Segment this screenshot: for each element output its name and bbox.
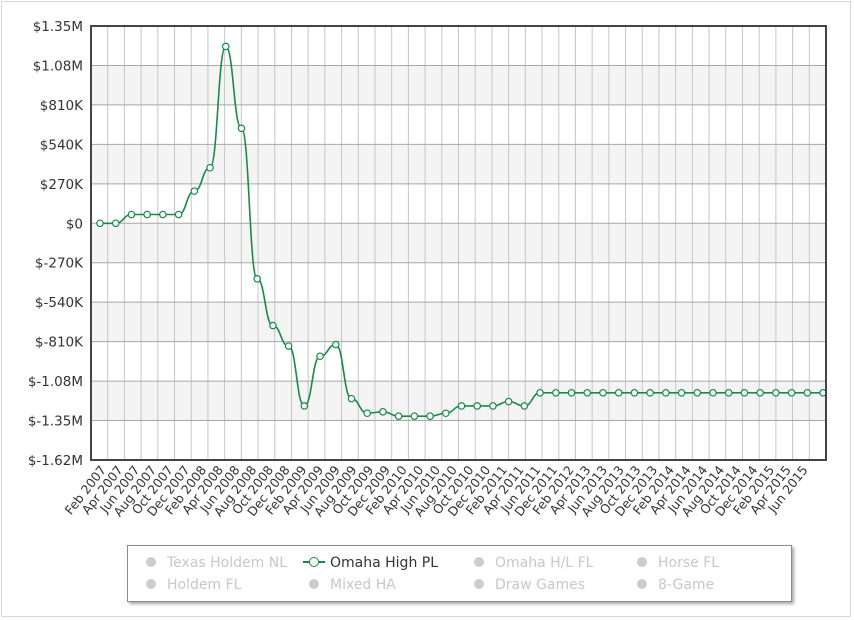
y-tick-label: $0 bbox=[66, 216, 83, 232]
legend-marker-icon bbox=[303, 577, 325, 591]
data-point bbox=[394, 412, 403, 420]
legend-item-texas-holdem-nl[interactable]: Texas Holdem NL bbox=[140, 553, 287, 573]
data-point bbox=[457, 402, 466, 410]
data-point bbox=[567, 388, 576, 397]
data-point bbox=[552, 388, 560, 397]
data-point bbox=[473, 402, 482, 410]
y-tick-label: $1.35M bbox=[33, 19, 83, 35]
data-point bbox=[693, 388, 702, 397]
data-point bbox=[756, 388, 764, 397]
data-point bbox=[724, 388, 733, 397]
data-point bbox=[253, 275, 261, 283]
data-point bbox=[159, 210, 167, 219]
data-point bbox=[772, 388, 780, 397]
data-point bbox=[331, 340, 340, 349]
data-point bbox=[190, 187, 199, 195]
legend-item-holdem-fl[interactable]: Holdem FL bbox=[140, 575, 241, 595]
data-point bbox=[677, 388, 686, 397]
data-point bbox=[646, 388, 654, 397]
y-tick-label: $-810K bbox=[35, 335, 84, 351]
y-tick-label: $1.08M bbox=[33, 58, 83, 74]
legend-item-8-game[interactable]: 8-Game bbox=[631, 575, 714, 595]
data-point bbox=[803, 388, 812, 397]
data-point bbox=[96, 219, 104, 228]
line-chart: $1.35M $1.08M $810K $540K $270K $0 $-270K $-540… bbox=[28, 19, 827, 519]
data-point bbox=[347, 394, 356, 403]
data-point bbox=[300, 402, 309, 410]
data-point bbox=[206, 163, 214, 172]
legend-label: Texas Holdem NL bbox=[167, 555, 287, 571]
data-point bbox=[237, 124, 246, 133]
legend-marker-icon bbox=[468, 555, 490, 569]
y-tick-label: $-1.35M bbox=[28, 414, 83, 430]
data-point bbox=[740, 388, 749, 397]
data-point bbox=[316, 352, 324, 361]
y-tick-label: $810K bbox=[40, 98, 84, 114]
data-point bbox=[410, 412, 419, 420]
y-tick-label: $-1.08M bbox=[28, 374, 83, 390]
data-point bbox=[174, 210, 183, 219]
data-point bbox=[379, 407, 387, 416]
data-point bbox=[709, 388, 717, 397]
legend-label: Omaha H/L FL bbox=[495, 555, 594, 571]
y-tick-label: $-1.62M bbox=[28, 453, 83, 469]
legend-marker-icon bbox=[140, 577, 162, 591]
chart-container: $1.35M $1.08M $810K $540K $270K $0 $-270K $-540… bbox=[1, 1, 851, 617]
y-tick-label: $540K bbox=[40, 137, 84, 153]
data-point bbox=[662, 388, 670, 397]
data-point bbox=[504, 397, 513, 406]
data-point bbox=[441, 409, 450, 418]
data-point bbox=[221, 42, 230, 51]
data-point bbox=[143, 210, 151, 219]
data-point bbox=[489, 402, 497, 410]
legend-marker-icon bbox=[631, 555, 653, 569]
legend-item-omaha-high-pl[interactable]: Omaha High PL bbox=[303, 553, 438, 573]
data-point bbox=[363, 409, 371, 418]
data-point bbox=[536, 388, 544, 397]
legend-label: Holdem FL bbox=[167, 577, 242, 593]
legend-marker-icon bbox=[140, 555, 162, 569]
data-point bbox=[269, 321, 277, 330]
y-tick-label: $-270K bbox=[35, 256, 84, 272]
legend-item-omaha-hl-fl[interactable]: Omaha H/L FL bbox=[468, 553, 594, 573]
legend-label: 8-Game bbox=[658, 577, 715, 593]
legend-marker-icon bbox=[631, 577, 653, 591]
legend-label: Mixed HA bbox=[330, 577, 396, 593]
data-point bbox=[787, 388, 796, 397]
legend-label: Horse FL bbox=[658, 555, 720, 571]
y-tick-label: $-540K bbox=[35, 295, 84, 311]
data-point bbox=[426, 412, 434, 420]
data-point bbox=[630, 388, 639, 397]
data-point bbox=[111, 219, 120, 228]
data-point bbox=[614, 388, 623, 397]
data-point bbox=[127, 210, 136, 219]
data-point bbox=[284, 342, 293, 350]
data-point bbox=[599, 388, 607, 397]
legend-marker-icon bbox=[468, 577, 490, 591]
data-point bbox=[583, 388, 592, 397]
legend-item-draw-games[interactable]: Draw Games bbox=[468, 575, 585, 595]
legend-marker-icon bbox=[303, 555, 325, 569]
y-tick-label: $270K bbox=[40, 177, 84, 193]
legend-item-mixed-ha[interactable]: Mixed HA bbox=[303, 575, 396, 595]
data-point bbox=[520, 402, 529, 410]
legend-label: Draw Games bbox=[495, 577, 585, 593]
legend-item-horse-fl[interactable]: Horse FL bbox=[631, 553, 719, 573]
legend-label: Omaha High PL bbox=[330, 555, 439, 571]
chart-legend: Texas Holdem NL Omaha High PL Omaha H/L … bbox=[127, 545, 792, 602]
